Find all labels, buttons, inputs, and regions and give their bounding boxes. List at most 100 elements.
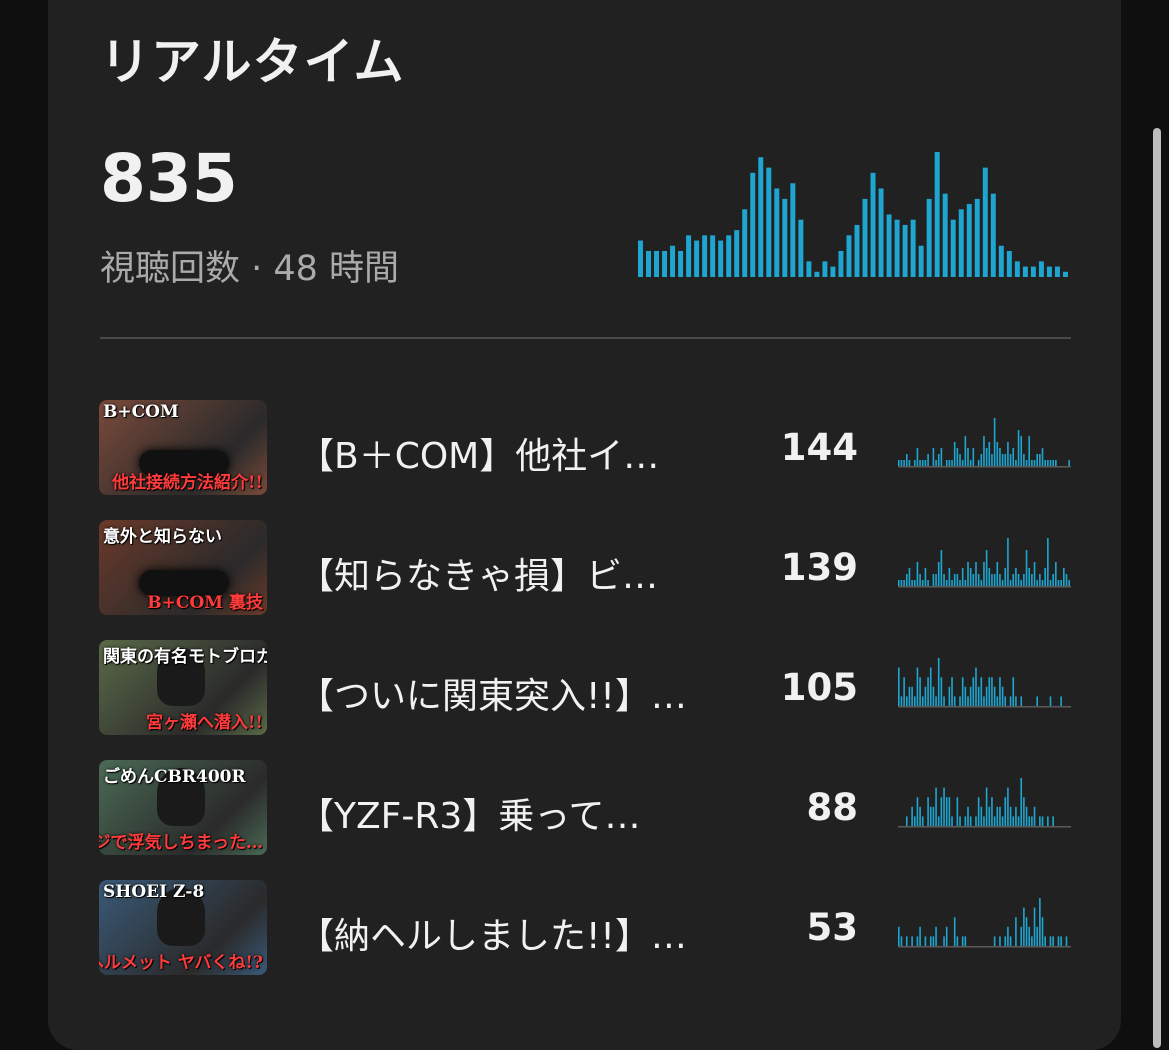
sparkline-bar [985,787,988,826]
video-thumbnail[interactable]: 意外と知らない B+COM 裏技 [99,520,267,615]
realtime-views-count: 835 [100,140,238,217]
video-sparkline [898,538,1071,588]
sparkline-bar [1033,562,1036,586]
video-row[interactable]: B+COM 他社接続方法紹介!! 【B＋COM】他社イ… 144 [0,400,1169,496]
sparkline-bar [919,574,921,586]
sparkline-bar [967,696,969,706]
sparkline-bar [932,686,935,706]
chart-bar [686,235,692,277]
sparkline-bar [948,686,951,706]
sparkline-bar [903,580,905,586]
sparkline-bar [919,677,921,706]
sparkline-bar [1036,926,1038,946]
sparkline-bar [1025,550,1028,586]
chart-bar [878,188,884,277]
sparkline-bar [908,460,911,466]
sparkline-bar [985,448,988,466]
sparkline-bar [956,936,959,946]
video-thumbnail[interactable]: SHOEI Z-8 このヘルメット ヤバくね!? [99,880,267,975]
video-thumbnail[interactable]: 関東の有名モトブロガー探しに宮ヶ瀬へ潜入!! [99,640,267,735]
sparkline-bar [977,797,980,826]
sparkline-bar [1025,917,1028,946]
sparkline-bar [1009,936,1012,946]
chart-bar [766,167,772,277]
video-thumbnail[interactable]: ごめんCBR400R マジで浮気しちまった… [99,760,267,855]
sparkline-bar [1009,696,1012,706]
chart-bar [1014,261,1020,277]
sparkline-bar [927,677,929,706]
video-views-count: 144 [780,426,858,469]
chart-bar [1006,250,1012,277]
sparkline-bar [935,787,937,826]
sparkline-bar [1004,454,1007,466]
sparkline-bar [969,816,972,826]
sparkline-bar [943,696,945,706]
video-views-count: 53 [806,906,859,949]
chart-bar [894,219,900,277]
sparkline-bar [991,677,993,706]
sparkline-bar [913,816,916,826]
sparkline-bar [1009,454,1012,466]
chart-bar [734,230,740,277]
sparkline-bar [1068,580,1070,586]
sparkline-bar [1063,568,1065,586]
sparkline-bar [953,696,956,706]
sparkline-bar [1047,538,1049,586]
chart-bar [1022,266,1028,277]
sparkline-bar [991,574,993,586]
sparkline-bar [948,460,951,466]
sparkline-bar [898,926,900,946]
sparkline-bar [1020,580,1023,586]
sparkline-bar [932,448,935,466]
realtime-bar-chart [638,152,1068,277]
video-sparkline [898,778,1071,828]
sparkline-bar [1012,677,1015,706]
sparkline-bar [921,696,924,706]
video-thumbnail[interactable]: B+COM 他社接続方法紹介!! [99,400,267,495]
video-row[interactable]: SHOEI Z-8 このヘルメット ヤバくね!? 【納ヘルしました!!】… 53 [0,880,1169,976]
sparkline-bar [911,806,913,826]
sparkline-bar [1049,460,1052,466]
chart-bar [918,245,924,277]
thumbnail-top-text: 意外と知らない [103,527,222,547]
video-row[interactable]: 関東の有名モトブロガー探しに宮ヶ瀬へ潜入!! 【ついに関東突入!!】… 105 [0,640,1169,736]
sparkline-bar [1025,460,1028,466]
sparkline-bar [1065,936,1068,946]
thumbnail-bottom-text: マジで浮気しちまった… [99,833,263,853]
sparkline-bar [951,460,953,466]
chart-bar [798,219,804,277]
sparkline-bar [1015,917,1017,946]
sparkline-bar [905,574,908,586]
video-title[interactable]: 【納ヘルしました!!】… [298,907,687,959]
video-row[interactable]: 意外と知らない B+COM 裏技 【知らなきゃ損】ビ… 139 [0,520,1169,616]
sparkline-bar [905,816,908,826]
sparkline-bar [993,574,996,586]
chart-bar [862,198,868,277]
chart-bar [710,235,716,277]
sparkline-bar [929,936,932,946]
video-title[interactable]: 【ついに関東突入!!】… [298,667,687,719]
video-row[interactable]: ごめんCBR400R マジで浮気しちまった… 【YZF-R3】乗って… 88 [0,760,1169,856]
sparkline-bar [940,550,943,586]
thumbnail-bottom-text: B+COM 裏技 [147,593,263,613]
sparkline-bar [1009,806,1012,826]
chart-bar [702,235,708,277]
sparkline-bar [908,686,911,706]
video-title[interactable]: 【B＋COM】他社イ… [298,427,659,479]
thumbnail-bottom-text: 他社接続方法紹介!! [112,473,263,493]
sparkline-bar [953,917,956,946]
sparkline-bar [1039,816,1041,826]
sparkline-bar [959,696,961,706]
sparkline-bar [911,936,913,946]
video-title[interactable]: 【知らなきゃ損】ビ… [298,547,658,599]
sparkline-bar [1044,568,1046,586]
sparkline-bar [1049,580,1052,586]
sparkline-bar [996,696,999,706]
sparkline-bar [943,574,945,586]
video-title[interactable]: 【YZF-R3】乗って… [298,787,640,839]
sparkline-bar [975,816,977,826]
sparkline-bar [964,436,967,466]
sparkline-bar [948,797,951,826]
sparkline-bar [935,574,937,586]
sparkline-bar [1039,454,1041,466]
